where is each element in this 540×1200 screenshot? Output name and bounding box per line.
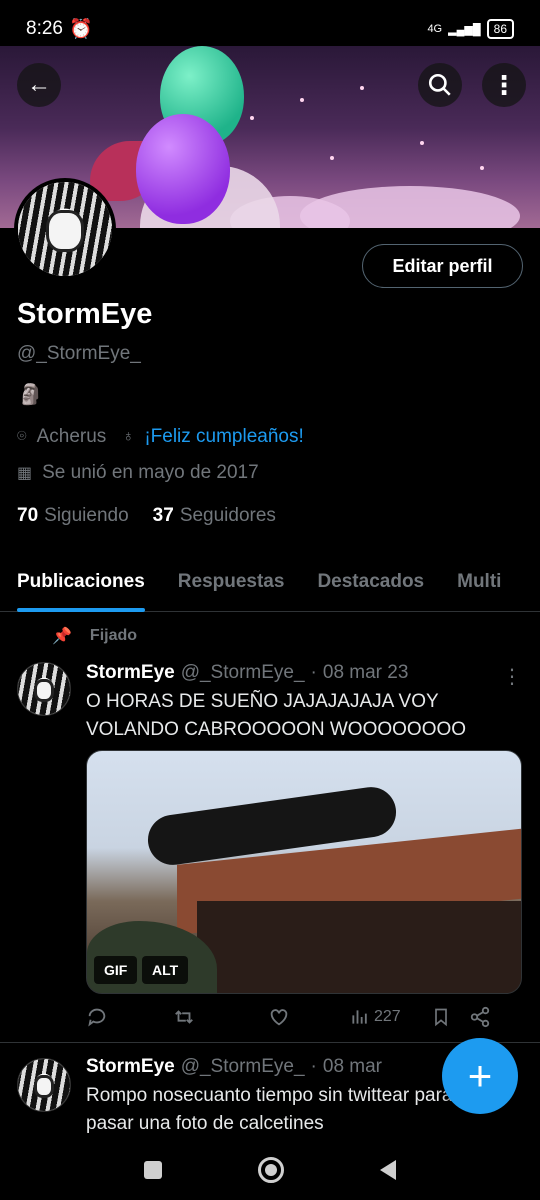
followers-link[interactable]: 37 Seguidores xyxy=(153,505,276,527)
pinned-label: Fijado xyxy=(89,627,138,644)
views-count: 227 xyxy=(374,1008,401,1025)
share-icon xyxy=(470,1006,489,1028)
tweet-avatar[interactable] xyxy=(17,662,71,716)
tweet-author-name[interactable]: StormEye xyxy=(86,1056,175,1078)
pinned-indicator: 📌 Fijado xyxy=(52,626,137,646)
more-vertical-icon: ⋮ xyxy=(491,69,517,100)
back-arrow-icon: ← xyxy=(27,71,51,98)
tweet-date[interactable]: 08 mar 23 xyxy=(323,662,409,684)
compose-tweet-button[interactable]: + xyxy=(442,1038,518,1114)
bio-emoji: 🗿 xyxy=(18,384,43,406)
calendar-icon: ▦ xyxy=(17,465,33,482)
reply-icon xyxy=(88,1008,106,1027)
system-back-icon[interactable] xyxy=(380,1160,396,1180)
tweet-text: Rompo nosecuanto tiempo sin twittear par… xyxy=(86,1085,453,1134)
edit-profile-button[interactable]: Editar perfil xyxy=(362,244,523,288)
like-icon xyxy=(270,1009,288,1026)
status-time: 8:26 xyxy=(26,18,63,39)
like-button[interactable] xyxy=(268,1006,290,1028)
more-options-button[interactable]: ⋮ xyxy=(482,63,526,107)
tab-destacados[interactable]: Destacados xyxy=(317,571,424,593)
views-button[interactable]: 227 xyxy=(350,1007,401,1027)
tab-multimedia[interactable]: Multi xyxy=(457,571,501,593)
signal-icon: ▂▄▆█ xyxy=(448,23,481,36)
tweet-avatar[interactable] xyxy=(17,1058,71,1112)
profile-name: StormEye xyxy=(17,298,153,330)
bookmark-button[interactable] xyxy=(431,1006,451,1028)
profile-tabs: Publicaciones Respuestas Destacados Mult… xyxy=(0,552,540,612)
tweet-author-handle[interactable]: @_StormEye_ xyxy=(181,1056,305,1078)
birthday-link[interactable]: ¡Feliz cumpleaños! xyxy=(144,426,303,448)
home-icon[interactable] xyxy=(258,1157,284,1183)
status-bar: 8:26 ⏰ 4G ▂▄▆█ 86 xyxy=(0,0,540,58)
tab-respuestas[interactable]: Respuestas xyxy=(178,571,285,593)
follow-stats: 70 Siguiendo 37 Seguidores xyxy=(17,505,276,527)
joined-row: ▦ Se unió en mayo de 2017 xyxy=(17,462,259,484)
bookmark-icon xyxy=(434,1008,447,1027)
tweet-header: StormEye @_StormEye_ · 08 mar xyxy=(86,1056,383,1078)
views-icon xyxy=(352,1010,367,1024)
back-button[interactable]: ← xyxy=(17,63,61,107)
purple-balloon xyxy=(136,114,230,224)
tweet-actions: 227 xyxy=(86,1006,518,1028)
search-button[interactable] xyxy=(418,63,462,107)
retweet-icon xyxy=(175,1010,193,1024)
following-link[interactable]: 70 Siguiendo xyxy=(17,505,129,527)
balloon-icon: ♁ xyxy=(122,428,135,445)
profile-handle: @_StormEye_ xyxy=(17,343,141,364)
tweet-more-icon[interactable]: ⋮ xyxy=(502,664,522,689)
profile-meta-row: ⌾ Acherus ♁ ¡Feliz cumpleaños! xyxy=(17,426,304,448)
tweet-author-name[interactable]: StormEye xyxy=(86,662,175,684)
network-label: 4G xyxy=(427,23,443,35)
system-nav-bar xyxy=(0,1140,540,1200)
tweet-text: O HORAS DE SUEÑO JAJAJAJAJA VOY VOLANDO … xyxy=(86,691,467,740)
tab-publicaciones[interactable]: Publicaciones xyxy=(17,571,145,612)
retweet-button[interactable] xyxy=(172,1006,196,1028)
joined-date: Se unió en mayo de 2017 xyxy=(42,462,259,483)
reply-button[interactable] xyxy=(86,1006,108,1028)
recents-icon[interactable] xyxy=(144,1161,162,1179)
share-button[interactable] xyxy=(469,1006,491,1028)
battery-indicator: 86 xyxy=(486,19,514,39)
tweet-author-handle[interactable]: @_StormEye_ xyxy=(181,662,305,684)
tweet-header: StormEye @_StormEye_ · 08 mar 23 xyxy=(86,662,409,684)
location-icon: ⌾ xyxy=(17,428,27,445)
search-icon xyxy=(428,73,451,96)
profile-location: Acherus xyxy=(36,426,107,447)
gif-badge: GIF xyxy=(94,956,138,984)
alt-badge[interactable]: ALT xyxy=(142,956,189,984)
alarm-icon: ⏰ xyxy=(68,19,93,40)
profile-avatar[interactable] xyxy=(14,178,116,280)
tweet-date[interactable]: 08 mar xyxy=(323,1056,382,1078)
pin-icon: 📌 xyxy=(52,628,72,645)
